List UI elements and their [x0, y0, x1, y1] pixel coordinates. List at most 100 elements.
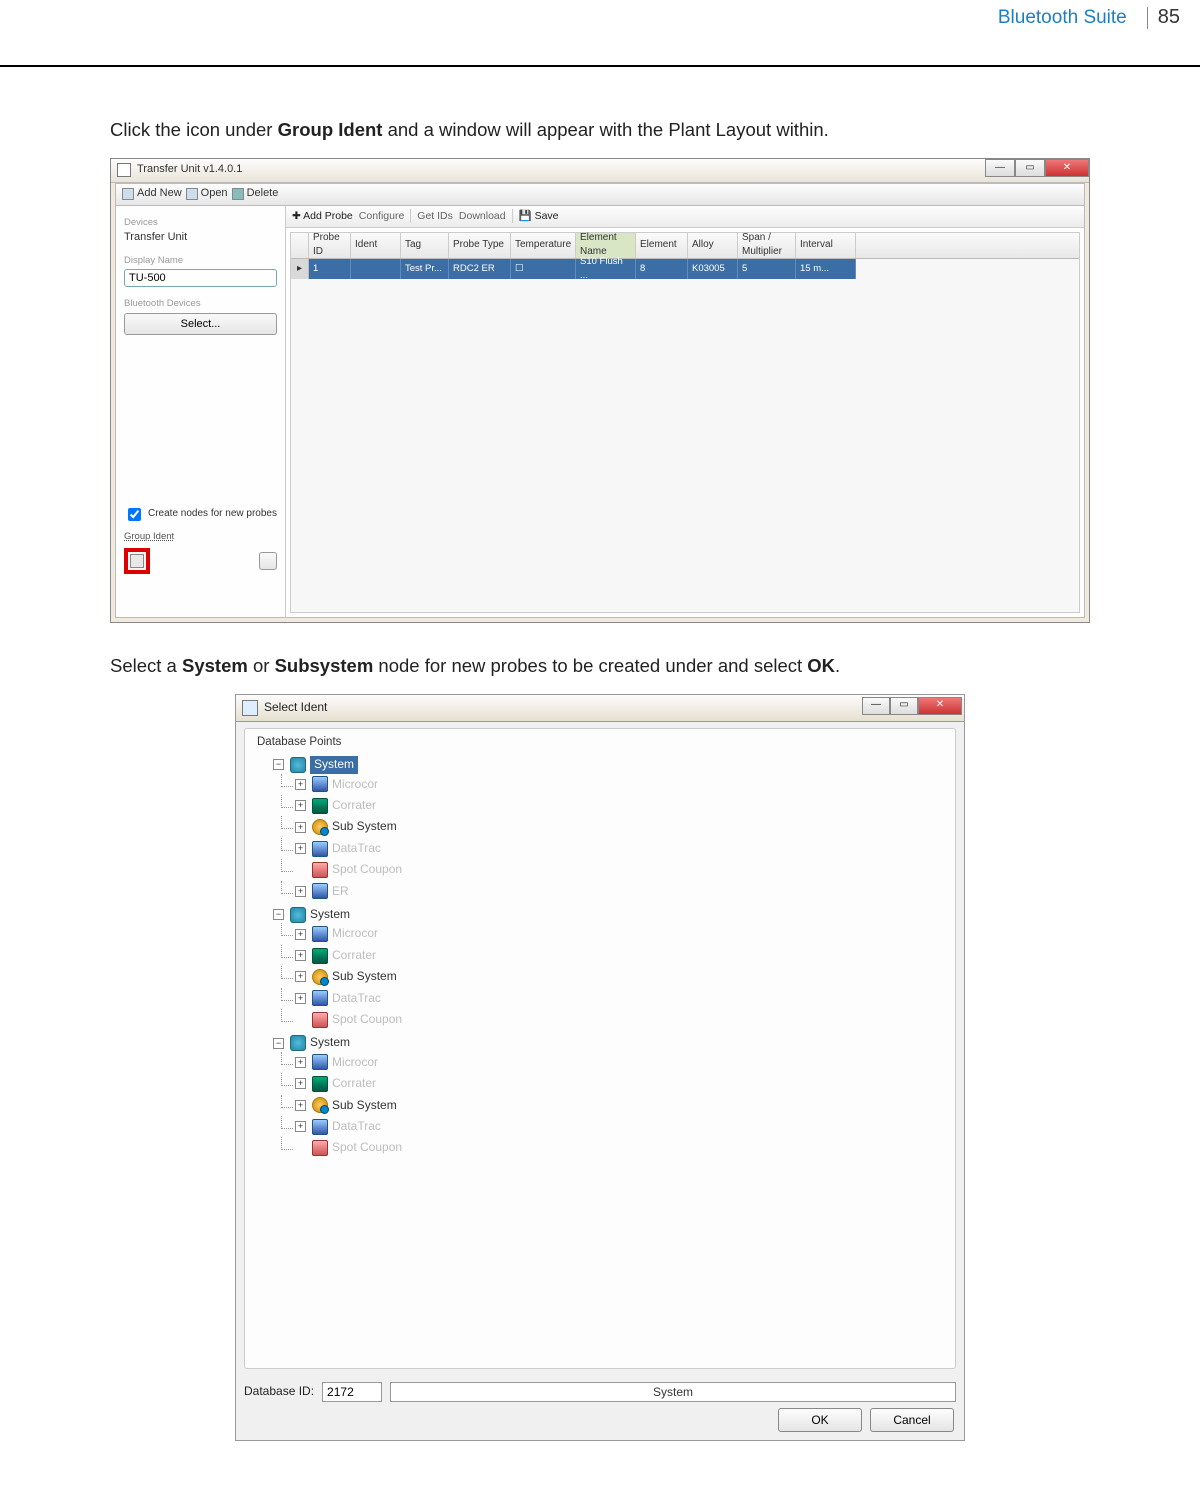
cell-ename[interactable]: S10 Flush ...: [576, 259, 636, 279]
tree-node[interactable]: + Corrater: [295, 947, 949, 964]
tree-node-label[interactable]: Sub System: [332, 1097, 397, 1114]
tree-node[interactable]: + Sub System: [295, 968, 949, 985]
cell-probe-id[interactable]: 1: [309, 259, 351, 279]
tree-node-label[interactable]: DataTrac: [332, 990, 381, 1007]
expander-icon[interactable]: −: [273, 1038, 284, 1049]
expander-icon[interactable]: +: [295, 1078, 306, 1089]
cell-interval[interactable]: 15 m...: [796, 259, 856, 279]
grid-row[interactable]: 1 Test Pr... RDC2 ER ☐ S10 Flush ... 8 K…: [309, 259, 856, 279]
tree-node[interactable]: Spot Coupon: [295, 1011, 949, 1028]
tree-node-label[interactable]: ER: [332, 883, 349, 900]
expander-icon[interactable]: +: [295, 779, 306, 790]
tree-node[interactable]: + Corrater: [295, 1075, 949, 1092]
cancel-button[interactable]: Cancel: [870, 1408, 954, 1432]
maximize-button[interactable]: ▭: [1015, 159, 1045, 177]
database-id-input[interactable]: [322, 1382, 382, 1402]
expander-icon[interactable]: +: [295, 886, 306, 897]
device-name[interactable]: Transfer Unit: [124, 230, 277, 246]
col-element[interactable]: Element: [636, 233, 688, 258]
minimize-button[interactable]: —: [985, 159, 1015, 177]
database-path-input[interactable]: [390, 1382, 956, 1402]
tree-node[interactable]: + Microcor: [295, 1054, 949, 1071]
save-button[interactable]: 💾 Save: [519, 209, 559, 224]
col-tag[interactable]: Tag: [401, 233, 449, 258]
tree-node-label[interactable]: Corrater: [332, 797, 376, 814]
tree-node[interactable]: − System: [273, 1034, 949, 1051]
tree-node[interactable]: + Sub System: [295, 818, 949, 835]
expander-icon[interactable]: +: [295, 950, 306, 961]
expander-icon[interactable]: +: [295, 822, 306, 833]
col-span[interactable]: Span / Multiplier: [738, 233, 796, 258]
tree-node-label[interactable]: Sub System: [332, 968, 397, 985]
ok-button[interactable]: OK: [778, 1408, 862, 1432]
add-new-button[interactable]: Add New: [122, 186, 182, 202]
tree-node-label[interactable]: System: [310, 756, 358, 773]
tree-node[interactable]: − System: [273, 756, 949, 773]
delete-button[interactable]: Delete: [232, 186, 279, 202]
cell-ptype[interactable]: RDC2 ER: [449, 259, 511, 279]
tree-node[interactable]: + Corrater: [295, 797, 949, 814]
cell-span[interactable]: 5: [738, 259, 796, 279]
tree-node[interactable]: + DataTrac: [295, 990, 949, 1007]
tree-node-label[interactable]: System: [310, 906, 350, 923]
group-ident-clear-button[interactable]: [259, 552, 277, 570]
tree-node-label[interactable]: Corrater: [332, 1075, 376, 1092]
cell-alloy[interactable]: K03005: [688, 259, 738, 279]
expander-icon[interactable]: +: [295, 993, 306, 1004]
tree-node-label[interactable]: Microcor: [332, 776, 378, 793]
tree-node-label[interactable]: Microcor: [332, 925, 378, 942]
configure-button[interactable]: Configure: [359, 209, 405, 224]
ident-tree[interactable]: −System+Microcor+Corrater+Sub System+Dat…: [245, 750, 955, 1368]
tree-node[interactable]: + Microcor: [295, 776, 949, 793]
col-alloy[interactable]: Alloy: [688, 233, 738, 258]
tree-node[interactable]: − System: [273, 906, 949, 923]
maximize-button[interactable]: ▭: [890, 697, 918, 715]
expander-icon[interactable]: −: [273, 759, 284, 770]
expander-icon[interactable]: +: [295, 1100, 306, 1111]
tree-node[interactable]: + ER: [295, 883, 949, 900]
cell-temp[interactable]: ☐: [511, 259, 576, 279]
expander-icon[interactable]: +: [295, 843, 306, 854]
expander-icon[interactable]: −: [273, 909, 284, 920]
tree-node-label[interactable]: Spot Coupon: [332, 861, 402, 878]
tree-node[interactable]: + Sub System: [295, 1097, 949, 1114]
tree-node-label[interactable]: DataTrac: [332, 840, 381, 857]
tree-node-label[interactable]: DataTrac: [332, 1118, 381, 1135]
expander-icon[interactable]: +: [295, 1121, 306, 1132]
probe-grid[interactable]: Probe ID Ident Tag Probe Type Temperatur…: [290, 232, 1080, 613]
expander-icon[interactable]: +: [295, 971, 306, 982]
window-titlebar[interactable]: Transfer Unit v1.4.0.1 — ▭ ✕: [111, 159, 1089, 183]
tree-node-label[interactable]: Microcor: [332, 1054, 378, 1071]
tree-node-label[interactable]: Sub System: [332, 818, 397, 835]
col-interval[interactable]: Interval: [796, 233, 856, 258]
cell-ident[interactable]: [351, 259, 401, 279]
add-probe-button[interactable]: ✚ Add Probe: [292, 209, 353, 224]
select-ident-titlebar[interactable]: Select Ident — ▭ ✕: [235, 694, 965, 722]
tree-node[interactable]: + DataTrac: [295, 840, 949, 857]
display-name-input[interactable]: [124, 269, 277, 287]
create-nodes-checkbox[interactable]: Create nodes for new probes: [124, 505, 277, 524]
group-ident-button[interactable]: [124, 548, 150, 574]
col-temperature[interactable]: Temperature: [511, 233, 576, 258]
get-ids-button[interactable]: Get IDs: [417, 209, 453, 224]
expander-icon[interactable]: +: [295, 1057, 306, 1068]
tree-node[interactable]: Spot Coupon: [295, 861, 949, 878]
tree-node[interactable]: +Microcor: [295, 925, 949, 942]
close-button[interactable]: ✕: [918, 697, 962, 715]
cell-elem[interactable]: 8: [636, 259, 688, 279]
create-nodes-input[interactable]: [128, 508, 141, 521]
tree-node-label[interactable]: Spot Coupon: [332, 1139, 402, 1156]
col-probe-type[interactable]: Probe Type: [449, 233, 511, 258]
select-bt-button[interactable]: Select...: [124, 313, 277, 335]
tree-node[interactable]: Spot Coupon: [295, 1139, 949, 1156]
tree-node-label[interactable]: System: [310, 1034, 350, 1051]
row-handle[interactable]: ▸: [291, 259, 309, 279]
cell-tag[interactable]: Test Pr...: [401, 259, 449, 279]
tree-node-label[interactable]: Spot Coupon: [332, 1011, 402, 1028]
minimize-button[interactable]: —: [862, 697, 890, 715]
close-button[interactable]: ✕: [1045, 159, 1089, 177]
download-button[interactable]: Download: [459, 209, 506, 224]
tree-node-label[interactable]: Corrater: [332, 947, 376, 964]
open-button[interactable]: Open: [186, 186, 228, 202]
expander-icon[interactable]: +: [295, 800, 306, 811]
